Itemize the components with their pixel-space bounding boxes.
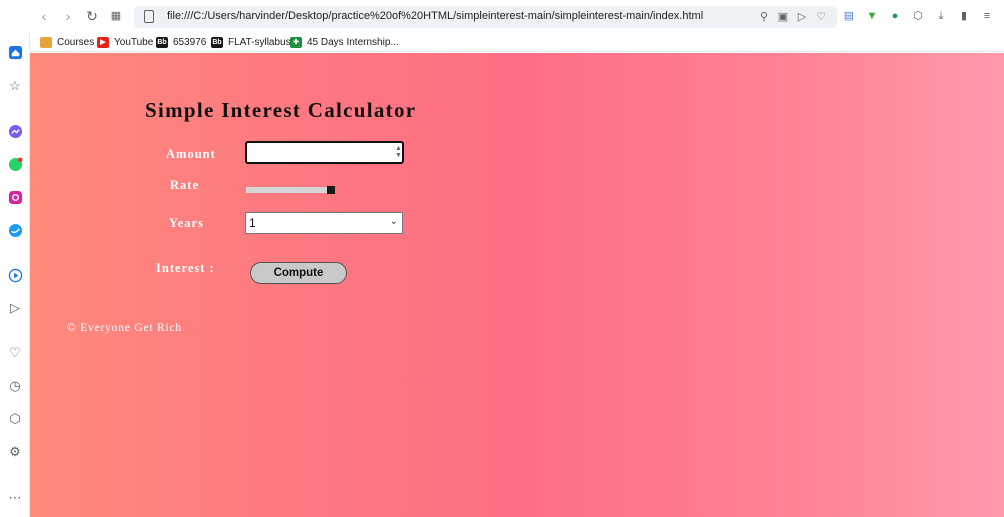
rate-slider[interactable] — [246, 187, 335, 193]
heart-icon[interactable]: ♡ — [814, 10, 828, 24]
footer-text: © Everyone Get Rich — [67, 322, 182, 334]
bookmark-youtube[interactable]: ▶ YouTube — [97, 35, 153, 49]
snapshot-icon[interactable]: ▣ — [776, 10, 790, 24]
rate-label: Rate — [170, 178, 199, 192]
settings-icon[interactable]: ⚙ — [7, 444, 23, 460]
search-icon[interactable]: ⚲ — [757, 10, 771, 24]
back-icon[interactable]: ‹ — [36, 8, 52, 24]
bookmarks-bar: Courses ▶ YouTube Bb 653976 Bb FLAT-syll… — [30, 32, 1004, 52]
courses-icon — [40, 36, 52, 48]
easy-setup-icon[interactable]: ≡ — [980, 9, 994, 23]
bookmark-label: 653976 — [173, 36, 207, 48]
reload-icon[interactable]: ↻ — [84, 8, 100, 24]
bookmark-label: Courses — [57, 36, 95, 48]
classroom-icon: ✚ — [290, 36, 302, 48]
browser-toolbar: ‹ › ↻ ▦ file:///C:/Users/harvinder/Deskt… — [0, 0, 1004, 32]
bookmark-courses[interactable]: Courses — [40, 35, 94, 49]
compute-button[interactable]: Compute — [250, 262, 347, 284]
translate-icon[interactable]: ▤ — [842, 9, 856, 23]
downloads-icon[interactable]: ⤓ — [934, 9, 948, 23]
chevron-down-icon: ⌄ — [389, 216, 398, 227]
bookmark-internship[interactable]: ✚ 45 Days Internship... — [290, 35, 399, 49]
bookmark-653976[interactable]: Bb 653976 — [156, 35, 206, 49]
grammarly-icon[interactable]: ● — [888, 9, 902, 23]
blackboard-icon: Bb — [156, 36, 168, 48]
address-bar[interactable]: file:///C:/Users/harvinder/Desktop/pract… — [134, 6, 837, 28]
address-url[interactable]: file:///C:/Users/harvinder/Desktop/pract… — [167, 10, 703, 22]
years-select[interactable]: 1 ⌄ — [245, 212, 403, 234]
bookmark-flat-syllabus[interactable]: Bb FLAT-syllabus — [211, 35, 291, 49]
speed-dial-icon[interactable]: ▦ — [108, 8, 124, 24]
page-title: Simple Interest Calculator — [145, 98, 417, 122]
blackboard-icon: Bb — [211, 36, 223, 48]
browser-sidebar: ☆ ▷ ♡ ◷ ⬡ ⚙ ⋯ — [0, 32, 30, 517]
youtube-icon: ▶ — [97, 36, 109, 48]
bookmark-label: 45 Days Internship... — [307, 36, 399, 48]
bookmark-label: FLAT-syllabus — [228, 36, 291, 48]
interest-label: Interest : — [156, 261, 215, 275]
send-icon[interactable]: ▷ — [7, 300, 23, 316]
page-content: Simple Interest Calculator Amount ▲ ▼ Rat… — [30, 53, 1004, 517]
heart-icon[interactable]: ♡ — [7, 345, 23, 361]
extensions-icon[interactable]: ⬡ — [911, 9, 925, 23]
amount-input[interactable] — [245, 141, 404, 164]
amount-label: Amount — [166, 147, 216, 161]
forward-icon[interactable]: › — [60, 8, 76, 24]
send-icon[interactable]: ▷ — [795, 10, 809, 24]
home-icon[interactable] — [7, 44, 23, 60]
years-select-value: 1 — [249, 216, 256, 230]
instagram-icon[interactable] — [7, 189, 23, 205]
download-helper-icon[interactable]: ▼ — [865, 9, 879, 23]
history-icon[interactable]: ◷ — [7, 378, 23, 394]
star-icon[interactable]: ☆ — [7, 78, 23, 94]
spinner-icon[interactable]: ▲ ▼ — [395, 145, 402, 159]
rate-slider-thumb[interactable] — [327, 186, 335, 194]
more-icon[interactable]: ⋯ — [7, 490, 23, 506]
bookmark-label: YouTube — [114, 36, 154, 48]
years-label: Years — [169, 216, 204, 230]
messenger-icon[interactable] — [7, 123, 23, 139]
twitter-icon[interactable] — [7, 222, 23, 238]
whatsapp-icon[interactable] — [7, 156, 23, 172]
page-icon — [144, 10, 154, 23]
cube-icon[interactable]: ⬡ — [7, 411, 23, 427]
battery-saver-icon[interactable]: ▮ — [957, 9, 971, 23]
player-icon[interactable] — [7, 267, 23, 283]
